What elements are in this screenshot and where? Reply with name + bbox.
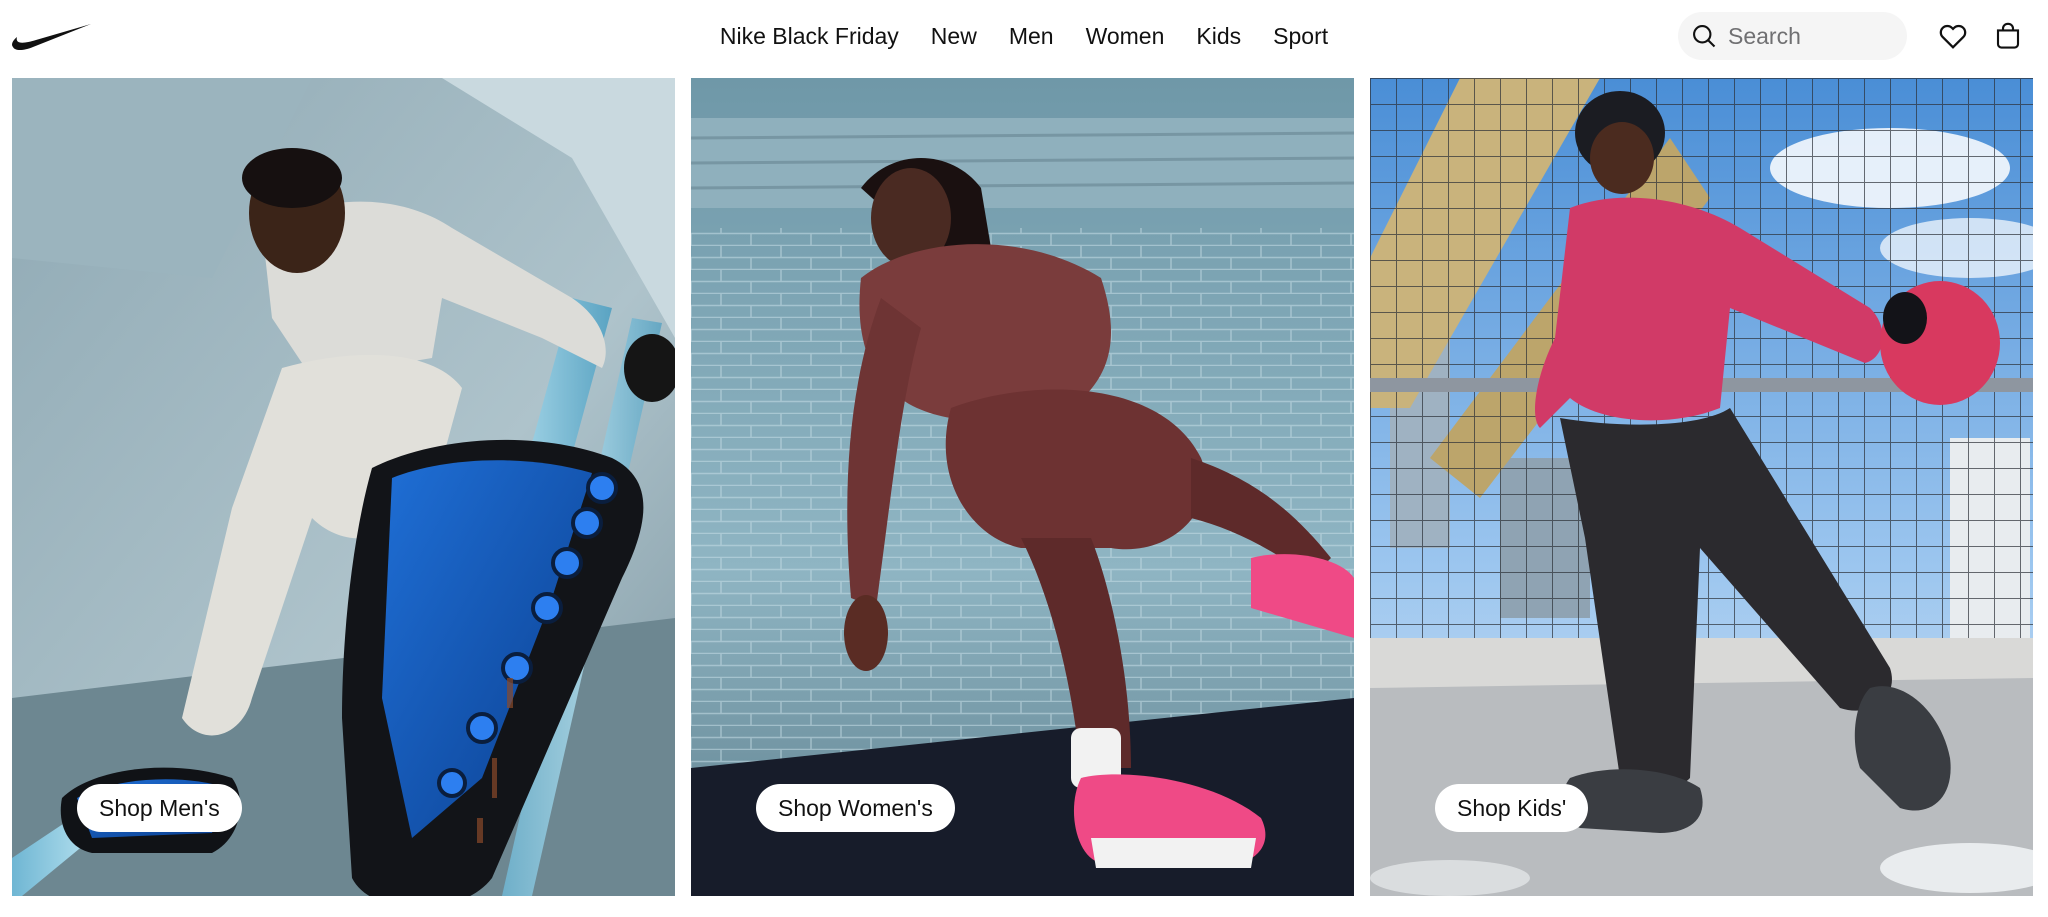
shopping-bag-icon[interactable] [1988,16,2028,56]
search-input[interactable] [1728,22,1888,50]
shop-womens-button[interactable]: Shop Women's [756,784,955,832]
heart-icon[interactable] [1933,16,1973,56]
panel-men[interactable]: Shop Men's [12,78,675,896]
nav-item-black-friday[interactable]: Nike Black Friday [704,0,915,72]
nav-item-kids[interactable]: Kids [1180,0,1257,72]
search-icon[interactable] [1680,12,1728,60]
kids-hero-image [1370,78,2033,896]
nav-item-women[interactable]: Women [1070,0,1181,72]
panel-women[interactable]: Shop Women's [691,78,1354,896]
panel-kids[interactable]: Shop Kids' [1370,78,2033,896]
search-box[interactable] [1678,12,1907,60]
nike-swoosh-icon[interactable] [11,20,93,52]
shop-kids-button[interactable]: Shop Kids' [1435,784,1589,832]
women-hero-image [691,78,1354,896]
nav-item-sport[interactable]: Sport [1257,0,1344,72]
site-header: Nike Black Friday New Men Women Kids Spo… [0,0,2048,77]
shop-mens-button[interactable]: Shop Men's [77,784,242,832]
nav-item-men[interactable]: Men [993,0,1070,72]
men-hero-image [12,78,675,896]
nav-item-new[interactable]: New [915,0,993,72]
